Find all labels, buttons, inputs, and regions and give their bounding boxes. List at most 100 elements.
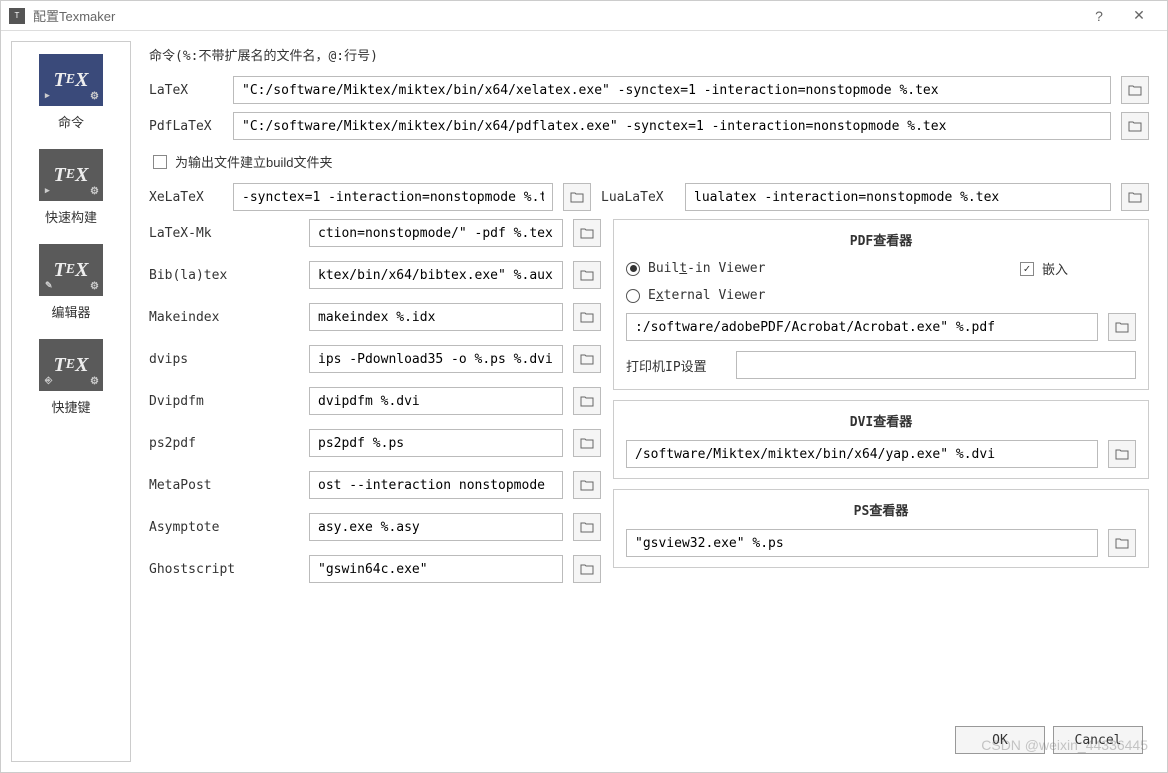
config-dialog: T 配置Texmaker ? ✕ TEX▸⚙ 命令 TEX▸⚙ 快速构建 TEX… [0,0,1168,773]
ps2pdf-input[interactable] [309,429,563,457]
tex-icon: TEX✎⚙ [39,244,103,296]
folder-icon [580,437,594,449]
asymptote-input[interactable] [309,513,563,541]
tex-icon: TEX▸⚙ [39,149,103,201]
browse-button[interactable] [573,261,601,289]
ps-viewer-group: PS查看器 [613,489,1149,568]
folder-icon [1115,448,1129,460]
cmd-label: Makeindex [149,310,299,325]
browse-button[interactable] [1108,529,1136,557]
pdf-viewer-group: PDF查看器 Built-in Viewer ✓ 嵌入 External Vie… [613,219,1149,390]
dvipdfm-input[interactable] [309,387,563,415]
sidebar-item-commands[interactable]: TEX▸⚙ 命令 [39,54,103,131]
cmd-label: dvips [149,352,299,367]
latex-row: LaTeX [141,76,1157,104]
sidebar-item-label: 编辑器 [51,302,90,321]
build-folder-label: 为输出文件建立build文件夹 [175,152,332,171]
folder-icon [570,191,584,203]
browse-button[interactable] [1121,76,1149,104]
folder-icon [580,563,594,575]
cmd-label: MetaPost [149,478,299,493]
folder-icon [1115,537,1129,549]
browse-button[interactable] [573,429,601,457]
dvips-input[interactable] [309,345,563,373]
sidebar-item-label: 快速构建 [45,207,97,226]
printer-ip-input[interactable] [736,351,1136,379]
left-column: LaTeX-Mk Bib(la)tex Makeindex dvips Dvip… [149,219,601,710]
folder-icon [580,521,594,533]
builtin-viewer-label: Built-in Viewer [648,261,765,276]
hint-text: 命令(%:不带扩展名的文件名，@:行号) [141,41,1157,68]
external-viewer-radio[interactable] [626,289,640,303]
printer-ip-label: 打印机IP设置 [626,356,726,375]
browse-button[interactable] [573,513,601,541]
ps-viewer-title: PS查看器 [626,500,1136,519]
folder-icon [580,395,594,407]
window-title: 配置Texmaker [33,6,1079,25]
sidebar-item-shortcuts[interactable]: TEX⎆⚙ 快捷键 [39,339,103,416]
embed-label: 嵌入 [1042,259,1068,278]
browse-button[interactable] [573,387,601,415]
pdf-viewer-path-input[interactable] [626,313,1098,341]
dvi-viewer-title: DVI查看器 [626,411,1136,430]
sidebar-item-label: 快捷键 [51,397,90,416]
browse-button[interactable] [1108,313,1136,341]
right-column: PDF查看器 Built-in Viewer ✓ 嵌入 External Vie… [613,219,1149,710]
main-panel: 命令(%:不带扩展名的文件名，@:行号) LaTeX PdfLaTeX 为输出文… [141,41,1157,762]
pdflatex-label: PdfLaTeX [149,119,223,134]
browse-button[interactable] [573,555,601,583]
latex-input[interactable] [233,76,1111,104]
builtin-viewer-radio[interactable] [626,262,640,276]
dvi-viewer-path-input[interactable] [626,440,1098,468]
metapost-input[interactable] [309,471,563,499]
makeindex-input[interactable] [309,303,563,331]
lualatex-input[interactable] [685,183,1111,211]
ok-button[interactable]: OK [955,726,1045,754]
external-viewer-label: External Viewer [648,288,765,303]
folder-icon [580,269,594,281]
browse-button[interactable] [573,219,601,247]
pdflatex-row: PdfLaTeX [141,112,1157,140]
sidebar-item-label: 命令 [58,112,84,131]
browse-button[interactable] [573,471,601,499]
xelatex-lualatex-row: XeLaTeX LuaLaTeX [141,183,1157,211]
folder-icon [580,311,594,323]
embed-checkbox[interactable]: ✓ [1020,262,1034,276]
close-button[interactable]: ✕ [1119,2,1159,30]
browse-button[interactable] [573,345,601,373]
bibtex-input[interactable] [309,261,563,289]
cmd-label: ps2pdf [149,436,299,451]
cmd-label: Ghostscript [149,562,299,577]
browse-button[interactable] [1121,183,1149,211]
dialog-buttons: OK Cancel [141,718,1157,762]
sidebar-item-editor[interactable]: TEX✎⚙ 编辑器 [39,244,103,321]
browse-button[interactable] [1121,112,1149,140]
cmd-label: LaTeX-Mk [149,226,299,241]
build-folder-checkbox[interactable] [153,155,167,169]
pdflatex-input[interactable] [233,112,1111,140]
folder-icon [580,353,594,365]
folder-icon [1115,321,1129,333]
browse-button[interactable] [573,303,601,331]
browse-button[interactable] [563,183,591,211]
xelatex-label: XeLaTeX [149,190,223,205]
tex-icon: TEX▸⚙ [39,54,103,106]
sidebar: TEX▸⚙ 命令 TEX▸⚙ 快速构建 TEX✎⚙ 编辑器 TEX⎆⚙ 快捷键 [11,41,131,762]
cmd-label: Bib(la)tex [149,268,299,283]
ghostscript-input[interactable] [309,555,563,583]
browse-button[interactable] [1108,440,1136,468]
dvi-viewer-group: DVI查看器 [613,400,1149,479]
app-icon: T [9,8,25,24]
tex-icon: TEX⎆⚙ [39,339,103,391]
lualatex-label: LuaLaTeX [601,190,675,205]
sidebar-item-quickbuild[interactable]: TEX▸⚙ 快速构建 [39,149,103,226]
latex-label: LaTeX [149,83,223,98]
latexmk-input[interactable] [309,219,563,247]
xelatex-input[interactable] [233,183,553,211]
help-button[interactable]: ? [1079,2,1119,30]
cancel-button[interactable]: Cancel [1053,726,1143,754]
ps-viewer-path-input[interactable] [626,529,1098,557]
folder-icon [1128,120,1142,132]
titlebar: T 配置Texmaker ? ✕ [1,1,1167,31]
folder-icon [580,227,594,239]
